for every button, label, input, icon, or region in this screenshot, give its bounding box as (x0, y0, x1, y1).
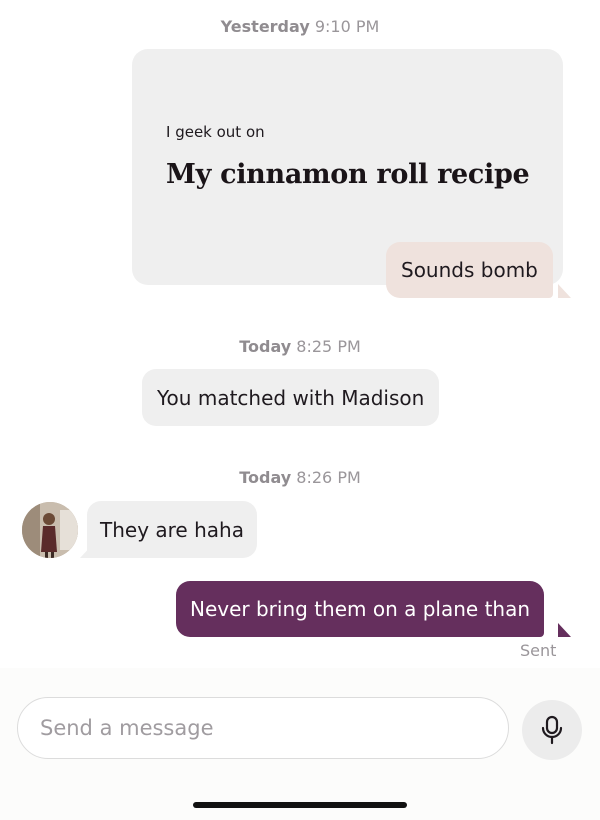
avatar[interactable] (22, 502, 78, 558)
outgoing-message-text: Never bring them on a plane than (190, 597, 531, 621)
message-composer (0, 668, 600, 820)
outgoing-message-tail (558, 623, 571, 637)
microphone-icon (541, 715, 563, 745)
incoming-message-bubble[interactable]: They are haha (87, 501, 257, 558)
microphone-button[interactable] (522, 700, 582, 760)
timestamp-match: Today 8:25 PM (0, 337, 600, 356)
prompt-reply-bubble[interactable]: Sounds bomb (386, 242, 553, 298)
message-input[interactable] (17, 697, 509, 759)
prompt-label: I geek out on (166, 123, 265, 141)
prompt-answer: My cinnamon roll recipe (166, 159, 530, 190)
match-notice-text: You matched with Madison (157, 385, 425, 410)
prompt-reply-text: Sounds bomb (401, 258, 538, 282)
sent-status: Sent (520, 641, 557, 660)
outgoing-message-bubble[interactable]: Never bring them on a plane than (176, 581, 545, 637)
timestamp-day: Today (239, 468, 292, 487)
timestamp-day: Today (239, 337, 292, 356)
incoming-message-text: They are haha (100, 517, 244, 542)
timestamp-time: 8:25 PM (296, 337, 361, 356)
incoming-message-tail (80, 544, 93, 558)
timestamp-message: Today 8:26 PM (0, 468, 600, 487)
timestamp-day: Yesterday (220, 17, 310, 36)
timestamp-time: 9:10 PM (314, 17, 380, 36)
prompt-reply-tail (558, 284, 571, 298)
timestamp-yesterday: Yesterday 9:10 PM (0, 17, 600, 36)
match-notice: You matched with Madison (142, 369, 440, 426)
timestamp-time: 8:26 PM (296, 468, 361, 487)
avatar-photo-icon (22, 502, 78, 558)
home-indicator (193, 802, 407, 808)
